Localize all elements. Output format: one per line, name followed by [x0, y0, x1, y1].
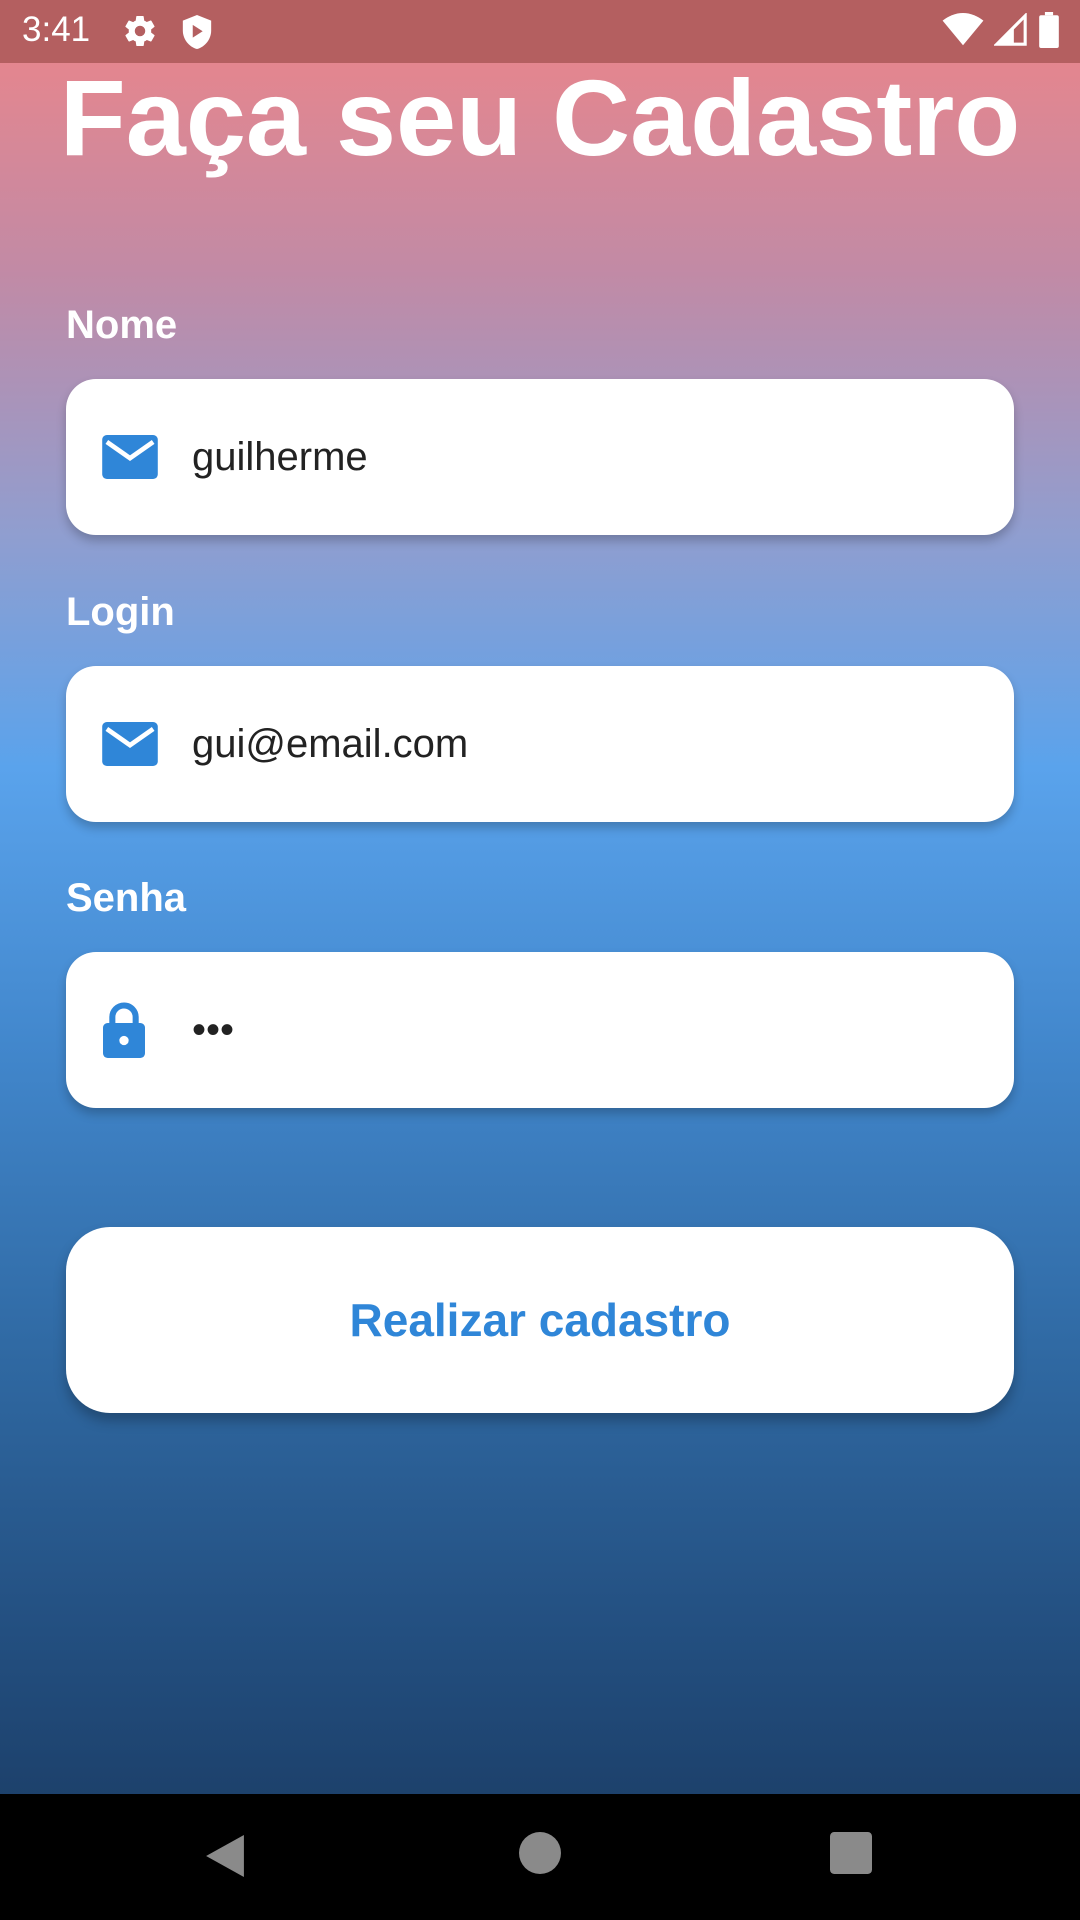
recents-icon[interactable] — [830, 1832, 872, 1874]
login-label: Login — [66, 590, 175, 634]
status-bar: 3:41 — [0, 0, 1080, 63]
lock-icon — [103, 1002, 145, 1058]
back-icon[interactable] — [204, 1832, 246, 1880]
register-button[interactable]: Realizar cadastro — [66, 1227, 1014, 1413]
wifi-icon — [942, 13, 984, 46]
screen: 3:41 Faça seu Cadastro Nome guilherme Lo… — [0, 0, 1080, 1920]
home-icon[interactable] — [519, 1832, 561, 1874]
battery-icon — [1039, 12, 1059, 48]
shield-icon — [182, 15, 212, 49]
mail-icon — [102, 435, 158, 479]
page-title: Faça seu Cadastro — [59, 57, 1021, 178]
gear-icon — [125, 16, 155, 47]
password-input[interactable] — [192, 952, 972, 1108]
name-input[interactable] — [192, 379, 972, 535]
signal-icon — [994, 13, 1027, 46]
password-label: Senha — [66, 876, 187, 920]
login-input[interactable] — [192, 666, 972, 822]
name-label: Nome — [66, 303, 178, 347]
navigation-bar — [0, 1794, 1080, 1920]
login-field[interactable] — [66, 666, 1014, 822]
name-field[interactable] — [66, 379, 1014, 535]
mail-icon — [102, 722, 158, 766]
status-time: 3:41 — [22, 10, 91, 49]
password-field[interactable] — [66, 952, 1014, 1108]
